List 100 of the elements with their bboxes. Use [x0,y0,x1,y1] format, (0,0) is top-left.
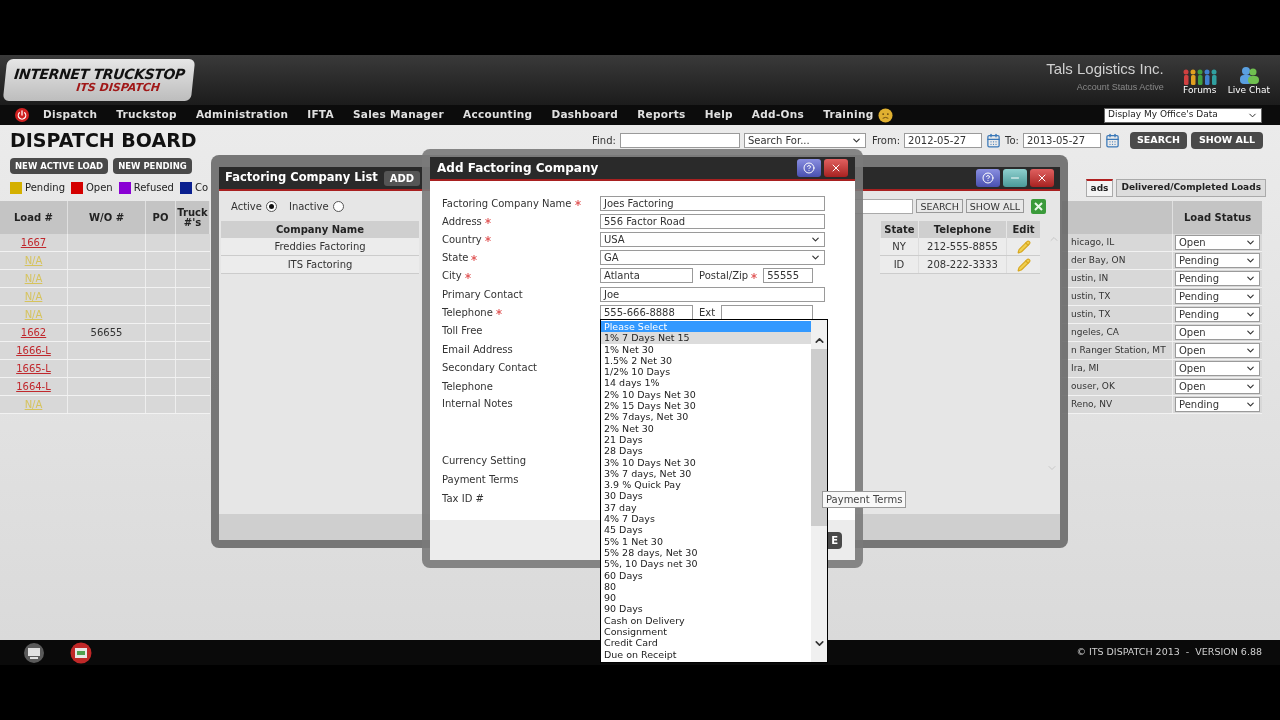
input-field[interactable]: Atlanta [600,268,693,284]
logo[interactable]: INTERNET TRUCKSTOP ITS DISPATCH [2,59,196,101]
nav-item[interactable]: IFTA [307,107,334,123]
spreadsheet-icon[interactable] [1031,198,1046,214]
date-field[interactable]: 2012-05-27 [904,132,983,148]
help-button[interactable] [797,159,821,177]
dropdown-option[interactable]: Credit Card [601,637,811,649]
input-field[interactable]: Joes Factoring [600,195,825,211]
dropdown-option[interactable]: 5%, 10 Days net 30 [601,558,811,570]
status-select[interactable]: Pending [1175,271,1260,286]
dropdown-option[interactable]: 2% 7days, Net 30 [601,411,811,423]
dropdown-option[interactable]: 1/2% 10 Days [601,366,811,378]
dropdown-option[interactable]: 21 Days [601,433,811,446]
add-button[interactable]: ADD [383,170,421,186]
dropdown-option[interactable]: 37 day [601,501,811,514]
input-field[interactable] [721,304,813,320]
status-select[interactable]: Open [1175,235,1260,250]
nav-item[interactable]: Administration [195,107,289,123]
nav-item[interactable]: Training [823,107,874,123]
dropdown-option[interactable]: 5% 28 days, Net 30 [601,546,811,559]
header-link[interactable]: Live Chat [1227,64,1270,96]
nav-item[interactable]: Help [704,107,733,123]
legend-label: Co [194,181,209,195]
field-label: Internal Notes [442,396,514,411]
dropdown-option[interactable]: 90 Days [601,603,811,615]
load-link[interactable]: 1664-L [16,379,51,394]
nav-item[interactable]: Accounting [463,107,533,123]
load-link[interactable]: 1667 [20,235,47,250]
radio-button[interactable] [265,200,277,212]
show-all-button[interactable]: SHOW ALL [1190,131,1263,149]
dropdown-option[interactable]: 4% 7 Days [601,513,811,525]
dropdown-option[interactable]: 45 Days [601,524,811,536]
dropdown-option[interactable]: 30 Days [601,490,811,502]
date-field[interactable]: 2013-05-27 [1022,132,1101,148]
table-cell: 56655 [68,324,146,341]
app-icon[interactable] [68,641,94,664]
dropdown-option[interactable]: 1% 7 Days Net 15 [601,332,811,344]
legend-label: Pending [25,181,65,195]
nav-item[interactable]: Dispatch [43,107,98,123]
close-button[interactable] [1030,169,1054,187]
dropdown-option[interactable]: 14 days 1% [601,377,811,389]
dropdown-option[interactable]: 3.9 % Quick Pay [601,479,811,491]
nav-item[interactable]: Sales Manager [352,107,445,123]
help-button[interactable] [976,169,1000,187]
select-field[interactable]: USA [600,231,825,247]
calendar-icon[interactable] [986,132,1002,148]
field-label: Factoring Company Name [442,195,600,211]
input-field[interactable]: 555-666-8888 [600,304,693,320]
calendar-icon[interactable] [1104,132,1120,148]
close-button[interactable] [824,159,848,177]
dropdown-option[interactable]: 3% 10 Days Net 30 [601,456,811,468]
status-select[interactable]: Pending [1175,289,1260,304]
load-link[interactable]: 1666-L [16,343,51,358]
load-link[interactable]: 1665-L [16,361,51,376]
required-icon [471,254,478,261]
status-select[interactable]: Open [1175,361,1260,376]
dropdown-option[interactable]: 2% Net 30 [601,422,811,434]
dropdown-option[interactable]: 90 [601,592,811,604]
status-select[interactable]: Open [1175,379,1260,394]
status-select[interactable]: Pending [1175,253,1260,268]
nav-item[interactable]: Reports [637,107,686,123]
tab[interactable]: Delivered/Completed Loads [1116,179,1266,197]
show-all-button[interactable]: SHOW ALL [965,199,1024,213]
search-button[interactable]: SEARCH [916,199,963,213]
new-load-button[interactable]: NEW ACTIVE LOAD [10,158,109,174]
tab[interactable]: ads [1085,179,1114,197]
monitor-icon[interactable] [22,642,46,663]
radio-button[interactable] [332,200,344,212]
power-icon[interactable] [15,108,29,122]
dropdown-option[interactable]: 28 Days [601,445,811,457]
status-select[interactable]: Pending [1175,307,1260,322]
nav-item[interactable]: Add-Ons [751,107,805,123]
input-field[interactable]: 556 Factor Road [600,213,825,229]
search-for-select[interactable]: Search For... [743,132,866,148]
dropdown-option[interactable]: 1.5% 2 Net 30 [601,354,811,367]
dropdown-option[interactable]: 2% 10 Days Net 30 [601,388,811,401]
status-select[interactable]: Pending [1175,397,1260,412]
dropdown-option[interactable]: Cash on Delivery [601,614,811,626]
dropdown-option[interactable]: 80 [601,580,811,593]
dropdown-option[interactable]: Consignment [601,626,811,638]
new-load-button[interactable]: NEW PENDING [113,158,192,174]
dropdown-option[interactable]: 5% 1 Net 30 [601,535,811,547]
nav-item[interactable]: Truckstop [116,107,177,123]
load-link[interactable]: 1662 [20,325,47,340]
input-field[interactable]: 55555 [763,268,813,284]
dropdown-option[interactable]: 1% Net 30 [601,343,811,355]
dropdown-option[interactable]: 2% 15 Days Net 30 [601,400,811,412]
input-field[interactable]: Joe [600,286,825,302]
dropdown-option[interactable]: 60 Days [601,569,811,581]
select-field[interactable]: GA [600,250,825,266]
header-link[interactable]: Forums [1181,64,1218,96]
dropdown-option[interactable]: Due on Receipt [601,648,811,660]
find-field[interactable] [619,132,740,148]
status-select[interactable]: Open [1175,343,1260,358]
dropdown-option[interactable]: 3% 7 days, Net 30 [601,467,811,480]
status-select[interactable]: Open [1175,325,1260,340]
search-button[interactable]: SEARCH [1129,131,1187,149]
scrollbar[interactable] [811,320,827,662]
office-select[interactable]: Display My Office's Data [1104,107,1262,123]
nav-item[interactable]: Dashboard [551,107,619,123]
